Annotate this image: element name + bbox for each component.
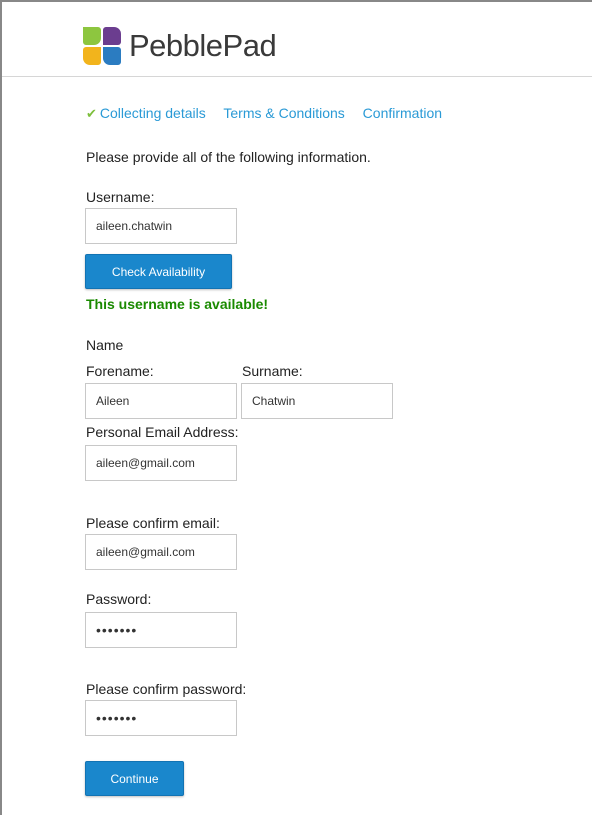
continue-button[interactable]: Continue (85, 761, 184, 796)
surname-label: Surname: (242, 363, 303, 379)
brand-name: PebblePad (129, 28, 277, 63)
confirm-email-label: Please confirm email: (86, 515, 220, 531)
username-input[interactable] (85, 208, 237, 244)
forename-label: Forename: (86, 363, 154, 379)
confirm-password-input[interactable] (85, 700, 237, 736)
confirm-password-label: Please confirm password: (86, 681, 247, 697)
availability-message: This username is available! (86, 296, 269, 312)
check-availability-button[interactable]: Check Availability (85, 254, 232, 289)
step-confirmation: Confirmation (362, 105, 443, 121)
step-terms-conditions: Terms & Conditions (223, 105, 345, 121)
checkmark-icon: ✔ (86, 106, 97, 121)
email-input[interactable] (85, 445, 237, 481)
header: PebblePad (2, 2, 592, 77)
forename-input[interactable] (85, 383, 237, 419)
password-input[interactable] (85, 612, 237, 648)
email-label: Personal Email Address: (86, 424, 239, 440)
name-heading: Name (86, 337, 124, 353)
password-label: Password: (86, 591, 152, 607)
step-collecting-details: Collecting details (99, 105, 206, 121)
surname-input[interactable] (241, 383, 393, 419)
confirm-email-input[interactable] (85, 534, 237, 570)
pebblepad-logo-icon (83, 27, 121, 65)
progress-steps: ✔ Collecting details Terms & Conditions C… (86, 104, 456, 123)
username-label: Username: (86, 189, 155, 205)
intro-text: Please provide all of the following info… (86, 149, 371, 165)
